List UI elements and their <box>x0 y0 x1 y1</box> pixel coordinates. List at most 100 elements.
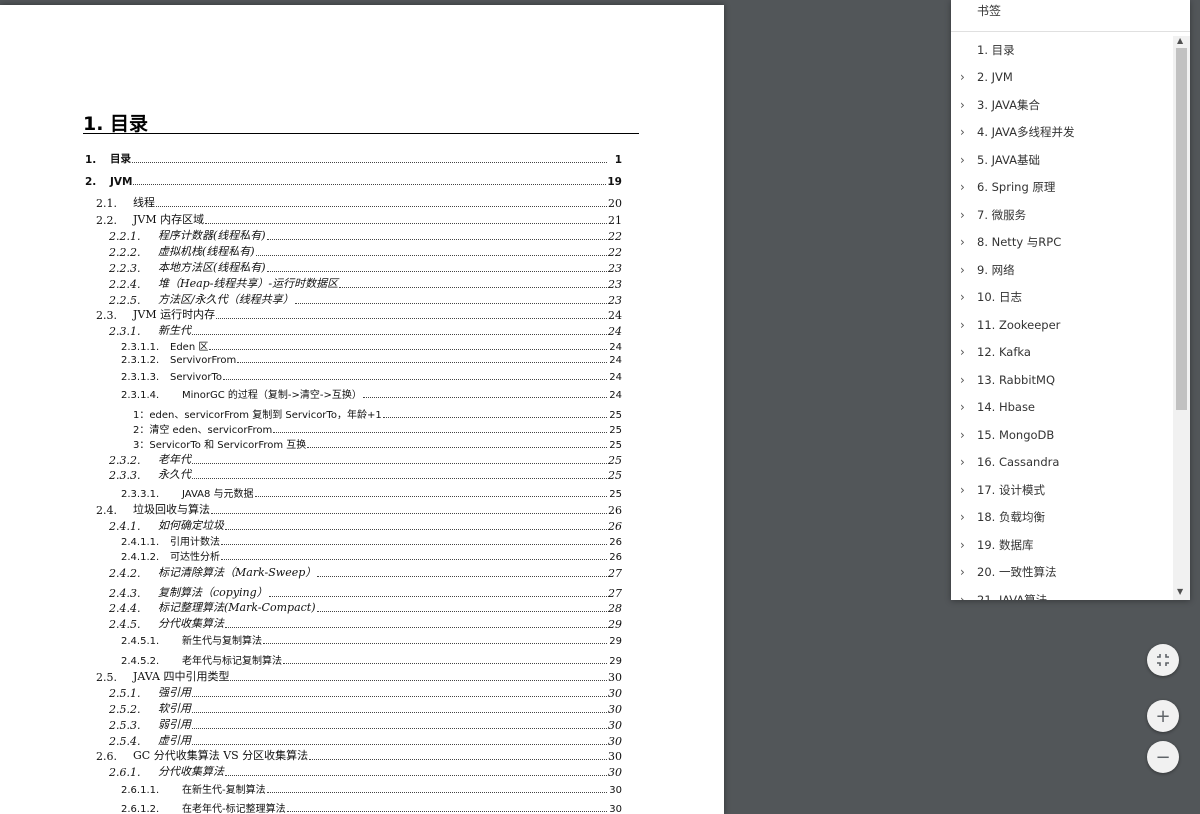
toc-entry[interactable]: 2.4.4. 标记整理算法(Mark-Compact) 28 <box>0 601 622 615</box>
toc-entry[interactable]: 2.5. JAVA 四中引用类型 30 <box>0 670 622 684</box>
toc-entry-number: 2.4.1. <box>109 520 141 533</box>
bookmark-item[interactable]: › 21. JAVA算法 <box>951 586 1173 600</box>
toc-dot-leader <box>286 811 607 812</box>
toc-entry[interactable]: 2.5.2. 软引用 30 <box>0 702 622 716</box>
toc-entry[interactable]: 2.6.1. 分代收集算法 30 <box>0 765 622 779</box>
bookmark-item[interactable]: › 13. RabbitMQ <box>951 366 1173 394</box>
chevron-right-icon[interactable]: › <box>960 345 965 359</box>
bookmark-item[interactable]: › 11. Zookeeper <box>951 311 1173 339</box>
bookmark-item[interactable]: › 20. 一致性算法 <box>951 559 1173 587</box>
bookmarks-scrollbar[interactable]: ▲ ▼ <box>1173 36 1190 600</box>
toc-entry[interactable]: 2.4.3. 复制算法（copying） 27 <box>0 586 622 600</box>
bookmark-item[interactable]: › 4. JAVA多线程并发 <box>951 119 1173 147</box>
bookmark-item[interactable]: › 19. 数据库 <box>951 531 1173 559</box>
toc-entry[interactable]: 1：eden、servicorFrom 复制到 ServicorTo，年龄+1 2… <box>0 408 622 421</box>
toc-entry[interactable]: 2.5.3. 弱引用 30 <box>0 718 622 732</box>
toc-entry[interactable]: 2.5.4. 虚引用 30 <box>0 734 622 748</box>
toc-entry[interactable]: 2.2.2. 虚拟机栈(线程私有) 22 <box>0 245 622 259</box>
fit-to-page-button[interactable] <box>1147 644 1179 676</box>
bookmark-label: 14. Hbase <box>977 400 1036 415</box>
toc-entry[interactable]: 2.5.1. 强引用 30 <box>0 686 622 700</box>
bookmark-item[interactable]: › 7. 微服务 <box>951 201 1173 229</box>
chevron-right-icon[interactable]: › <box>960 180 965 194</box>
chevron-right-icon[interactable]: › <box>960 290 965 304</box>
toc-entry[interactable]: 2.3.3. 永久代 25 <box>0 468 622 482</box>
bookmark-item[interactable]: › 5. JAVA基础 <box>951 146 1173 174</box>
chevron-right-icon[interactable]: › <box>960 565 965 579</box>
toc-entry[interactable]: 1. 目录 1 <box>0 152 622 166</box>
chevron-right-icon[interactable]: › <box>960 455 965 469</box>
toc-dot-leader <box>132 162 607 163</box>
chevron-right-icon[interactable]: › <box>960 538 965 552</box>
chevron-right-icon[interactable]: › <box>960 510 965 524</box>
toc-entry-number: 2.3.1.4. <box>121 390 160 401</box>
toc-entry[interactable]: 2.2.3. 本地方法区(线程私有) 23 <box>0 261 622 275</box>
toc-entry[interactable]: 2.4.1.2. 可达性分析 26 <box>0 550 622 563</box>
chevron-right-icon[interactable]: › <box>960 208 965 222</box>
bookmark-item[interactable]: › 2. JVM <box>951 64 1173 92</box>
toc-entry[interactable]: 2.2.5. 方法区/永久代（线程共享） 23 <box>0 293 622 307</box>
bookmark-label: 5. JAVA基础 <box>977 152 1040 167</box>
chevron-right-icon[interactable]: › <box>960 70 965 84</box>
scroll-up-arrow-icon[interactable]: ▲ <box>1177 36 1183 45</box>
bookmark-item[interactable]: › 14. Hbase <box>951 394 1173 422</box>
toc-entry[interactable]: 2.3.1.2. ServivorFrom 24 <box>0 353 622 366</box>
toc-entry[interactable]: 2.2.1. 程序计数器(线程私有) 22 <box>0 229 622 243</box>
chevron-right-icon[interactable]: › <box>960 235 965 249</box>
chevron-right-icon[interactable]: › <box>960 263 965 277</box>
toc-entry[interactable]: 2.2. JVM 内存区域 21 <box>0 213 622 227</box>
chevron-right-icon[interactable]: › <box>960 593 965 600</box>
toc-entry[interactable]: 2.6.1.1. 在新生代-复制算法 30 <box>0 783 622 796</box>
toc-entry[interactable]: 2.4.5. 分代收集算法 29 <box>0 617 622 631</box>
toc-entry[interactable]: 2.6. GC 分代收集算法 VS 分区收集算法 30 <box>0 749 622 763</box>
chevron-right-icon[interactable]: › <box>960 400 965 414</box>
chevron-right-icon[interactable]: › <box>960 318 965 332</box>
bookmark-item[interactable]: 1. 目录 <box>951 36 1173 64</box>
chevron-right-icon[interactable]: › <box>960 373 965 387</box>
chevron-right-icon[interactable]: › <box>960 428 965 442</box>
chevron-right-icon[interactable]: › <box>960 153 965 167</box>
scrollbar-thumb[interactable] <box>1176 48 1187 410</box>
toc-entry[interactable]: 3：ServicorTo 和 ServicorFrom 互换 25 <box>0 438 622 451</box>
toc-entry-title: 永久代 <box>158 468 191 481</box>
toc-entry[interactable]: 2.3.2. 老年代 25 <box>0 453 622 467</box>
bookmark-item[interactable]: › 18. 负载均衡 <box>951 504 1173 532</box>
toc-entry[interactable]: 2.3.1.1. Eden 区 24 <box>0 340 622 353</box>
toc-entry[interactable]: 2.2.4. 堆（Heap-线程共享）-运行时数据区 23 <box>0 277 622 291</box>
toc-entry[interactable]: 2.4.2. 标记清除算法（Mark-Sweep） 27 <box>0 566 622 580</box>
toc-entry[interactable]: 2.6.1.2. 在老年代-标记整理算法 30 <box>0 802 622 814</box>
toc-entry[interactable]: 2.4.1.1. 引用计数法 26 <box>0 535 622 548</box>
toc-entry[interactable]: 2.3. JVM 运行时内存 24 <box>0 308 622 322</box>
chevron-right-icon[interactable]: › <box>960 483 965 497</box>
toc-entry[interactable]: 2.3.1. 新生代 24 <box>0 324 622 338</box>
bookmark-item[interactable]: › 3. JAVA集合 <box>951 91 1173 119</box>
toc-entry[interactable]: 2.3.3.1. JAVA8 与元数据 25 <box>0 487 622 500</box>
toc-entry-page: 29 <box>608 618 622 631</box>
toc-entry[interactable]: 2：清空 eden、servicorFrom 25 <box>0 423 622 436</box>
chevron-right-icon[interactable]: › <box>960 125 965 139</box>
toc-entry[interactable]: 2.1. 线程 20 <box>0 196 622 210</box>
toc-dot-leader <box>192 728 607 729</box>
bookmark-item[interactable]: › 9. 网络 <box>951 256 1173 284</box>
scroll-down-arrow-icon[interactable]: ▼ <box>1177 587 1183 596</box>
toc-dot-leader <box>211 513 607 514</box>
bookmark-item[interactable]: › 8. Netty 与RPC <box>951 229 1173 257</box>
bookmark-item[interactable]: › 10. 日志 <box>951 284 1173 312</box>
toc-entry[interactable]: 2. JVM 19 <box>0 174 622 188</box>
chevron-right-icon[interactable]: › <box>960 98 965 112</box>
toc-entry-page: 26 <box>609 552 622 563</box>
toc-entry[interactable]: 2.4. 垃圾回收与算法 26 <box>0 503 622 517</box>
toc-entry[interactable]: 2.4.1. 如何确定垃圾 26 <box>0 519 622 533</box>
toc-dot-leader <box>273 432 607 433</box>
bookmark-item[interactable]: › 6. Spring 原理 <box>951 174 1173 202</box>
toc-entry[interactable]: 2.3.1.4. MinorGC 的过程（复制->清空->互换） 24 <box>0 388 622 401</box>
bookmark-item[interactable]: › 15. MongoDB <box>951 421 1173 449</box>
toc-entry[interactable]: 2.4.5.2. 老年代与标记复制算法 29 <box>0 654 622 667</box>
toc-entry[interactable]: 2.4.5.1. 新生代与复制算法 29 <box>0 634 622 647</box>
bookmark-item[interactable]: › 16. Cassandra <box>951 449 1173 477</box>
bookmark-item[interactable]: › 17. 设计模式 <box>951 476 1173 504</box>
zoom-out-button[interactable]: − <box>1147 741 1179 773</box>
toc-entry[interactable]: 2.3.1.3. ServivorTo 24 <box>0 370 622 383</box>
zoom-in-button[interactable]: + <box>1147 700 1179 732</box>
bookmark-item[interactable]: › 12. Kafka <box>951 339 1173 367</box>
